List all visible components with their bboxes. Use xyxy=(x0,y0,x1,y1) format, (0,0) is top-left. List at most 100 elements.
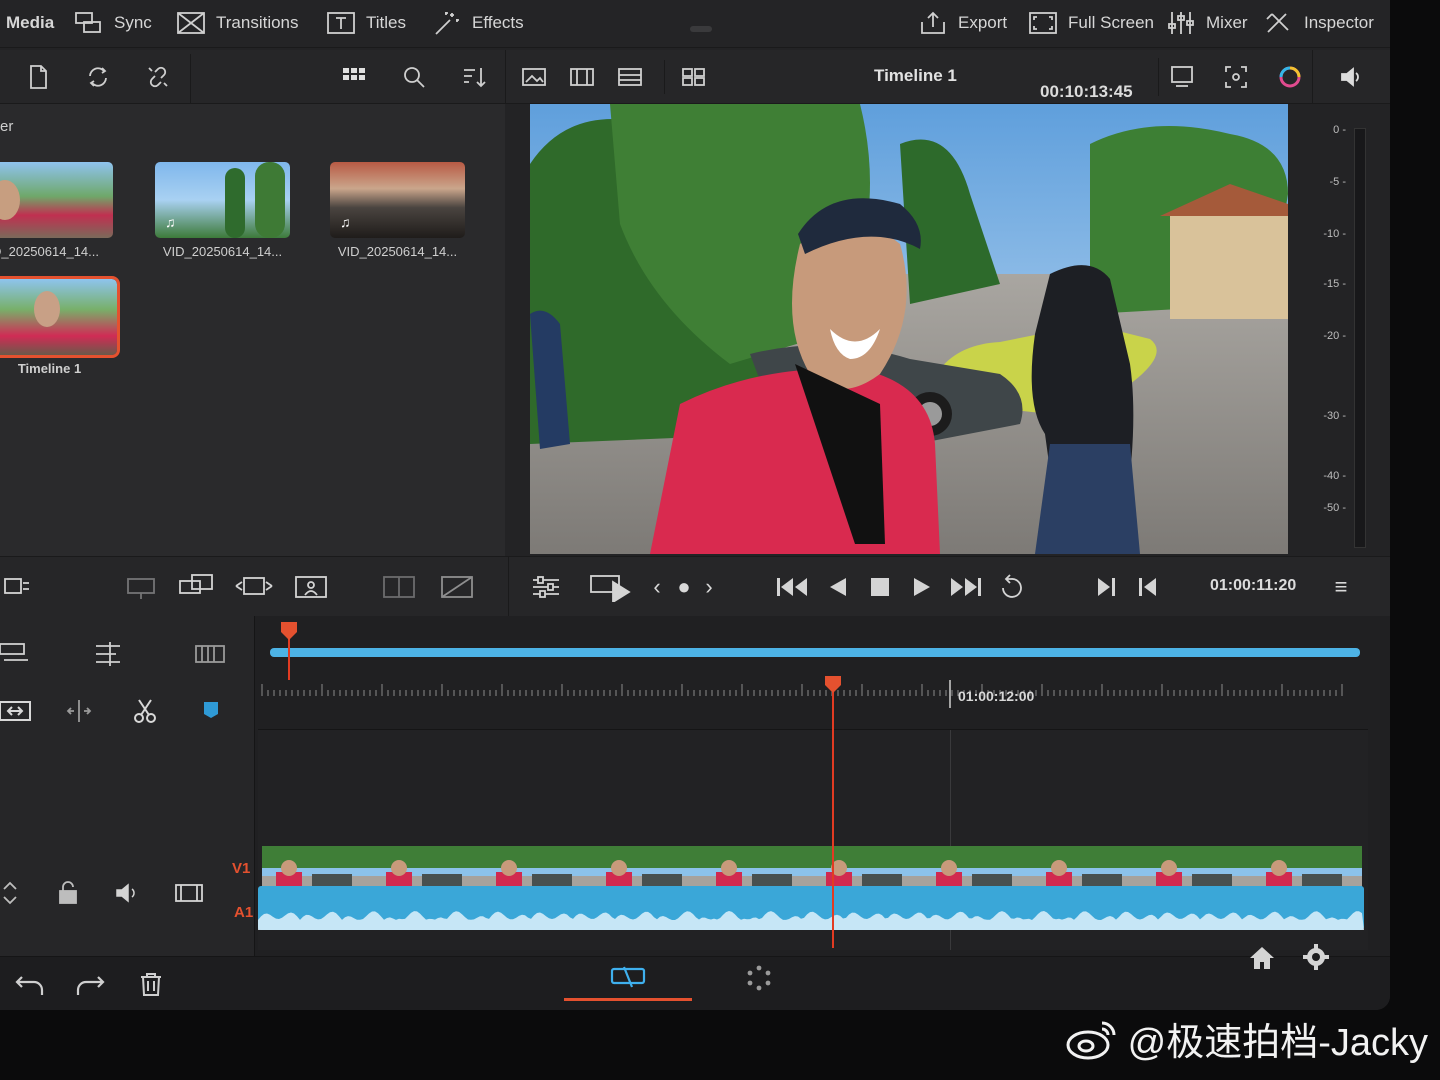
layout-button[interactable] xyxy=(676,60,712,94)
effects-tab[interactable]: Effects xyxy=(432,8,524,38)
export-button[interactable]: Export xyxy=(918,8,1007,38)
music-note-icon: ♫ xyxy=(165,214,176,230)
play-clip-button[interactable] xyxy=(588,571,634,603)
waveform-shape xyxy=(258,911,1364,930)
video-viewer[interactable] xyxy=(530,104,1288,554)
replace-clip-button[interactable] xyxy=(232,571,276,603)
mixer-button[interactable]: Mixer xyxy=(1166,8,1248,38)
clip-thumbnail-3[interactable]: ♫ VID_20250614_14... xyxy=(330,162,465,259)
go-to-end-button[interactable] xyxy=(946,571,984,603)
place-on-top-button[interactable] xyxy=(290,571,334,603)
color-dots-icon xyxy=(747,965,771,991)
sort-button[interactable] xyxy=(456,60,492,94)
playhead-line[interactable] xyxy=(832,676,834,948)
clip-thumbnail-2[interactable]: ♫ VID_20250614_14... xyxy=(155,162,290,259)
loop-button[interactable] xyxy=(996,571,1030,603)
inspector-label: Inspector xyxy=(1304,13,1374,32)
blade-button[interactable] xyxy=(130,696,164,726)
append-button[interactable] xyxy=(436,571,480,603)
search-button[interactable] xyxy=(396,60,432,94)
relink-button[interactable] xyxy=(80,60,116,94)
color-button[interactable] xyxy=(1272,60,1308,94)
meter-label-40: -40 - xyxy=(1323,470,1346,482)
play-button[interactable] xyxy=(910,571,934,603)
overview-timeline[interactable] xyxy=(262,622,1362,680)
playhead-handle[interactable] xyxy=(824,676,842,694)
overwrite-clip-button[interactable] xyxy=(176,571,220,603)
titles-tab[interactable]: Titles xyxy=(326,8,406,38)
next-marker-button[interactable]: › xyxy=(700,571,718,603)
safe-area-button[interactable] xyxy=(1218,60,1254,94)
go-to-start-button[interactable] xyxy=(774,571,812,603)
chevron-right-icon: › xyxy=(705,574,713,599)
clip-thumbnail-1[interactable]: D_20250614_14... xyxy=(0,162,113,259)
clip-play-icon xyxy=(590,575,631,602)
mark-out-button[interactable] xyxy=(1134,571,1160,603)
gear-icon xyxy=(1303,944,1329,970)
options-menu-button[interactable]: ≡ xyxy=(1328,571,1354,603)
unlink-button[interactable] xyxy=(140,60,176,94)
hq-icon xyxy=(1171,66,1193,87)
prev-marker-button[interactable]: ‹ xyxy=(648,571,666,603)
full-screen-button[interactable]: Full Screen xyxy=(1028,8,1154,38)
edit-tool-button[interactable] xyxy=(0,571,34,603)
media-pool-panel: er D_20250614_14... ♫ VID_20250614_14...… xyxy=(0,104,505,556)
timeline-name-dropdown[interactable]: Timeline 1 xyxy=(874,66,957,86)
settings-button[interactable] xyxy=(1302,943,1330,976)
meter-label-15: -15 - xyxy=(1323,278,1346,290)
mute-track-button[interactable] xyxy=(114,878,142,908)
source-clip-button[interactable] xyxy=(516,60,552,94)
color-page-tab[interactable] xyxy=(744,963,774,998)
hamburger-menu-icon: ≡ xyxy=(1334,574,1348,599)
speaker-icon xyxy=(1341,67,1359,87)
audio-track-label: A1 xyxy=(234,904,254,921)
color-wheel-icon xyxy=(1279,66,1301,88)
insert-clip-button[interactable] xyxy=(120,571,164,603)
timeline-ruler[interactable]: 01:00:12:00 xyxy=(258,680,1368,730)
split-clip-button[interactable] xyxy=(62,696,98,726)
import-file-icon xyxy=(30,65,47,89)
mark-out-icon xyxy=(1139,578,1156,596)
audio-clip[interactable] xyxy=(258,886,1364,930)
lock-track-button[interactable] xyxy=(56,878,82,908)
meter-label-50: -50 - xyxy=(1323,502,1346,514)
track-options-button[interactable] xyxy=(0,638,40,672)
home-button[interactable] xyxy=(1248,945,1276,976)
full-screen-icon xyxy=(1029,12,1057,34)
grid-view-button[interactable] xyxy=(336,60,372,94)
media-tab[interactable]: Media xyxy=(6,8,54,38)
edit-page-icon xyxy=(610,966,646,988)
flag-marker-button[interactable] xyxy=(196,696,230,726)
redo-button[interactable] xyxy=(74,971,106,1002)
trim-button[interactable] xyxy=(0,696,40,726)
quality-button[interactable] xyxy=(1164,60,1200,94)
timeline-thumbnail[interactable]: Timeline 1 xyxy=(0,276,120,376)
import-media-button[interactable] xyxy=(20,60,56,94)
sync-tab[interactable]: Sync xyxy=(74,8,152,38)
skip-forward-icon xyxy=(951,578,981,596)
ripple-overwrite-button[interactable] xyxy=(378,571,422,603)
add-marker-button[interactable]: ● xyxy=(674,571,694,603)
timeline-view-button[interactable] xyxy=(612,60,648,94)
snap-button[interactable] xyxy=(90,638,134,672)
edit-page-tab[interactable] xyxy=(564,957,692,1001)
volume-button[interactable] xyxy=(1334,60,1370,94)
stop-button[interactable] xyxy=(868,571,892,603)
dot-icon: ● xyxy=(677,574,691,599)
panel-toolbar: Timeline 1 00:10:13:45 xyxy=(0,50,1390,104)
export-icon xyxy=(921,11,945,34)
undo-button[interactable] xyxy=(14,971,46,1002)
inspector-button[interactable]: Inspector xyxy=(1264,8,1374,38)
source-tape-button[interactable] xyxy=(564,60,600,94)
mark-in-button[interactable] xyxy=(1094,571,1120,603)
weibo-logo-icon xyxy=(1066,1021,1116,1059)
delete-button[interactable] xyxy=(138,971,164,1002)
disable-video-button[interactable] xyxy=(174,878,206,908)
mixer-label: Mixer xyxy=(1206,13,1248,32)
audio-scrub-button[interactable] xyxy=(190,638,234,672)
transitions-tab[interactable]: Transitions xyxy=(176,8,299,38)
clip-settings-button[interactable] xyxy=(528,571,564,603)
timeline-name: Timeline 1 xyxy=(874,66,957,85)
track-height-button[interactable] xyxy=(0,878,24,908)
play-reverse-button[interactable] xyxy=(826,571,850,603)
